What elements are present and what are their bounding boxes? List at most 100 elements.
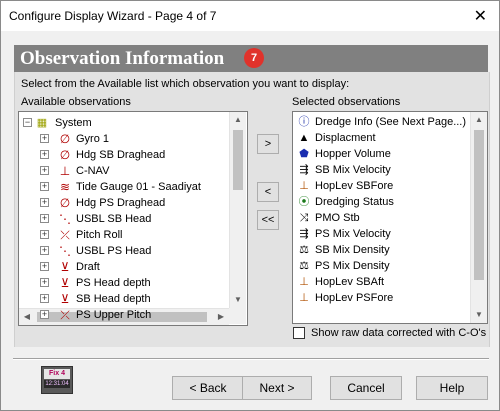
tree-item-label: Hdg SB Draghead — [76, 149, 166, 161]
selected-list-item[interactable]: ⦿ Dredging Status — [297, 194, 469, 210]
tree-item[interactable]: + ⤫ Pitch Roll — [19, 227, 227, 243]
footer-divider — [13, 358, 489, 360]
raw-data-checkbox[interactable] — [293, 327, 305, 339]
scroll-up-icon[interactable]: ▲ — [471, 112, 487, 128]
next-button[interactable]: Next > — [242, 376, 312, 400]
tide-gauge-icon: ≋ — [59, 180, 71, 194]
expand-icon[interactable]: + — [40, 182, 49, 191]
cancel-button[interactable]: Cancel — [330, 376, 402, 400]
level-icon: ⊥ — [299, 292, 309, 304]
tree-item-label: Draft — [76, 261, 100, 273]
tree-item[interactable]: + ⊻ SB Head depth — [19, 291, 227, 307]
selected-list-item[interactable]: ⓘ Dredge Info (See Next Page...) — [297, 114, 469, 130]
selected-list-item[interactable]: ⚖ SB Mix Density — [297, 242, 469, 258]
available-list-label: Available observations — [21, 96, 131, 108]
selected-list-label: Selected observations — [292, 96, 401, 108]
remove-all-button[interactable]: << — [257, 210, 279, 230]
selected-item-label: Displacment — [315, 132, 376, 144]
selected-list-item[interactable]: ⚖ PS Mix Density — [297, 258, 469, 274]
tree-item-label: Hdg PS Draghead — [76, 197, 166, 209]
tree-item[interactable]: + ⊻ PS Head depth — [19, 275, 227, 291]
collapse-icon[interactable]: − — [23, 118, 32, 127]
draft-icon: ⊻ — [60, 260, 70, 274]
level-icon: ⊥ — [299, 180, 309, 192]
available-vertical-scrollbar[interactable]: ▲ ▼ — [229, 112, 246, 308]
system-folder-icon: ▦ — [36, 117, 48, 129]
selected-item-label: HopLev SBFore — [315, 180, 394, 192]
logo-title: Fix 4 — [44, 369, 70, 379]
density-icon: ⚖ — [299, 244, 309, 256]
scroll-up-icon[interactable]: ▲ — [230, 112, 246, 128]
tree-item-label: SB Head depth — [76, 293, 151, 305]
tree-item-label: System — [55, 117, 92, 129]
tree-item-label: Tide Gauge 01 - Saadiyat — [76, 181, 201, 193]
tree-item[interactable]: + ∅ Hdg SB Draghead — [19, 147, 227, 163]
step-badge: 7 — [244, 48, 264, 68]
selected-list-item[interactable]: ⊥ HopLev PSFore — [297, 290, 469, 306]
selected-list-item[interactable]: ⇶ SB Mix Velocity — [297, 162, 469, 178]
selected-item-label: Dredge Info (See Next Page...) — [315, 116, 467, 128]
tree-item-label: PS Head depth — [76, 277, 151, 289]
selected-observations-list[interactable]: ⊥ HopLev PSFore ⊥ HopLev SBAft ⚖ PS Mix Densi… — [292, 111, 488, 324]
close-icon[interactable]: ✕ — [474, 6, 487, 26]
expand-icon[interactable]: + — [40, 214, 49, 223]
tree-item[interactable]: + ∅ Gyro 1 — [19, 131, 227, 147]
expand-icon[interactable]: + — [40, 166, 49, 175]
tree-item-system[interactable]: − ▦ System — [19, 115, 227, 131]
tree-item[interactable]: + ∅ Hdg PS Draghead — [19, 195, 227, 211]
weight-icon: ▲ — [298, 132, 310, 144]
depth-icon: ⊻ — [60, 292, 70, 306]
scroll-down-icon[interactable]: ▼ — [230, 292, 246, 308]
expand-icon[interactable]: + — [40, 134, 49, 143]
tree-item[interactable]: + ⋱ USBL PS Head — [19, 243, 227, 259]
title-bar: Configure Display Wizard - Page 4 of 7 ✕ — [1, 1, 499, 31]
selected-list-item[interactable]: ⊥ HopLev SBFore — [297, 178, 469, 194]
heading-icon: ∅ — [59, 196, 71, 210]
expand-icon[interactable]: + — [40, 262, 49, 271]
selected-item-label: PS Mix Density — [315, 260, 390, 272]
back-button[interactable]: < Back — [172, 376, 244, 400]
selected-vertical-scrollbar[interactable]: ▲ ▼ — [470, 112, 487, 323]
traffic-light-icon: ⦿ — [298, 196, 310, 208]
density-icon: ⚖ — [299, 260, 309, 272]
available-observations-tree[interactable]: ▲ ▼ ◀ ▶ − ▦ System + ∅ Gyro 1 + ∅ Hdg SB Draghea… — [18, 111, 248, 326]
expand-icon[interactable]: + — [40, 198, 49, 207]
tree-item[interactable]: + ⤫ PS Upper Pitch — [19, 307, 227, 323]
expand-icon[interactable]: + — [40, 230, 49, 239]
info-icon: ⓘ — [298, 116, 310, 128]
scroll-thumb[interactable] — [474, 130, 484, 280]
pitch-roll-icon: ⤫ — [60, 228, 70, 242]
tree-item[interactable]: + ⋱ USBL SB Head — [19, 211, 227, 227]
selected-list-item[interactable]: ⊥ HopLev SBAft — [297, 274, 469, 290]
pmo-icon: ⤨ — [299, 212, 309, 224]
tree-item[interactable]: + ⊻ Draft — [19, 259, 227, 275]
instruction-text: Select from the Available list which obs… — [21, 78, 350, 90]
tree-item[interactable]: +⤫ — [19, 323, 227, 325]
tree-item-label: Pitch Roll — [76, 229, 123, 241]
expand-icon[interactable]: + — [40, 294, 49, 303]
help-button[interactable]: Help — [416, 376, 488, 400]
add-button[interactable]: > — [257, 134, 279, 154]
scroll-thumb[interactable] — [233, 130, 243, 190]
remove-button[interactable]: < — [257, 182, 279, 202]
tree-item-label: Gyro 1 — [76, 133, 110, 145]
tree-item[interactable]: + ⊥ C-NAV — [19, 163, 227, 179]
scroll-corner — [229, 308, 246, 324]
logo-clock: 12:31:04 — [44, 380, 70, 388]
tree-item-label: C-NAV — [76, 165, 110, 177]
hopper-volume-icon: ⬟ — [299, 148, 309, 160]
tree-item-label: PS Upper Pitch — [76, 309, 152, 321]
tree-item[interactable]: + ≋ Tide Gauge 01 - Saadiyat — [19, 179, 227, 195]
expand-icon[interactable]: + — [40, 246, 49, 255]
scroll-down-icon[interactable]: ▼ — [471, 307, 487, 323]
selected-item-label: HopLev SBAft — [315, 276, 385, 288]
page-header: Observation Information 7 — [14, 45, 488, 72]
selected-list-item[interactable]: ⬟ Hopper Volume — [297, 146, 469, 162]
expand-icon[interactable]: + — [40, 150, 49, 159]
expand-icon[interactable]: + — [40, 310, 49, 319]
selected-list-item[interactable]: ⤨ PMO Stb — [297, 210, 469, 226]
expand-icon[interactable]: + — [40, 278, 49, 287]
selected-list-item[interactable]: ⇶ PS Mix Velocity — [297, 226, 469, 242]
depth-icon: ⊻ — [60, 276, 70, 290]
selected-list-item[interactable]: ▲ Displacment — [297, 130, 469, 146]
